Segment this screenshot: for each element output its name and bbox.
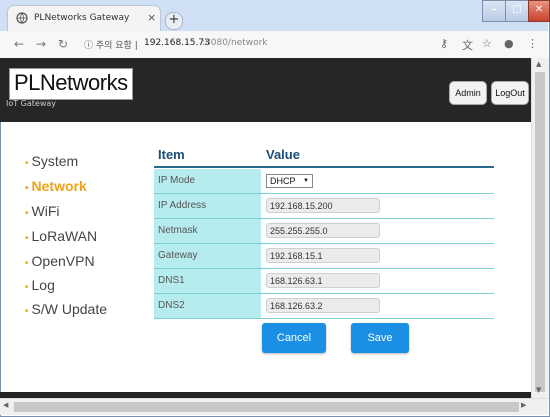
- logo-subtitle: IoT Gateway: [6, 99, 57, 108]
- horizontal-scrollbar[interactable]: ◀ ▶: [0, 398, 548, 415]
- save-button[interactable]: Save: [351, 323, 409, 353]
- site-header: PLNetworks IoT Gateway Admin LogOut: [0, 58, 531, 122]
- scroll-down-icon[interactable]: ▼: [536, 386, 541, 394]
- menu-item-sw-update[interactable]: • S/W Update: [25, 301, 107, 321]
- header-divider: [154, 166, 494, 168]
- scroll-right-icon[interactable]: ▶: [521, 401, 526, 409]
- bullet-icon: •: [25, 183, 29, 194]
- star-icon[interactable]: ☆: [482, 37, 492, 50]
- ip-address-field[interactable]: 192.168.15.200: [266, 198, 380, 213]
- tab-strip: PLNetworks Gateway × + – □ ✕: [0, 0, 550, 31]
- dns1-field[interactable]: 168.126.63.1: [266, 273, 380, 288]
- cancel-button[interactable]: Cancel: [262, 323, 326, 353]
- menu-item-label: Network: [31, 178, 87, 194]
- scroll-thumb[interactable]: [14, 402, 519, 412]
- dropdown-arrow-icon: ▼: [303, 178, 309, 184]
- scroll-left-icon[interactable]: ◀: [3, 401, 8, 409]
- menu-item-wifi[interactable]: • WiFi: [25, 203, 60, 223]
- bullet-icon: •: [25, 306, 29, 317]
- profile-icon[interactable]: ●: [504, 37, 514, 50]
- browser-tab[interactable]: PLNetworks Gateway ×: [8, 6, 160, 31]
- bullet-icon: •: [25, 258, 29, 269]
- menu-item-network[interactable]: • Network: [25, 178, 87, 198]
- menu-item-label: Log: [31, 277, 55, 293]
- table-row: Gateway 192.168.15.1: [154, 244, 494, 269]
- table-row: Netmask 255.255.255.0: [154, 219, 494, 244]
- menu-item-label: S/W Update: [31, 301, 107, 317]
- netmask-field[interactable]: 255.255.255.0: [266, 223, 380, 238]
- tab-title: PLNetworks Gateway: [34, 13, 130, 23]
- ip-mode-select[interactable]: DHCP ▼: [266, 174, 313, 188]
- menu-icon[interactable]: ⋮: [527, 37, 538, 50]
- table-row: DNS1 168.126.63.1: [154, 269, 494, 294]
- table-row: IP Mode DHCP ▼: [154, 169, 494, 194]
- table-row: DNS2 168.126.63.2: [154, 294, 494, 319]
- close-icon: ✕: [534, 4, 544, 15]
- security-indicator[interactable]: ⓘ 주의 요함 |: [84, 38, 138, 51]
- menu-item-openvpn[interactable]: • OpenVPN: [25, 253, 95, 273]
- row-label: IP Mode: [154, 169, 261, 193]
- bullet-icon: •: [25, 282, 29, 293]
- scroll-thumb[interactable]: [535, 72, 545, 392]
- key-icon[interactable]: ⚷: [440, 37, 448, 50]
- new-tab-button[interactable]: +: [165, 12, 183, 30]
- reload-icon[interactable]: ↻: [58, 37, 68, 51]
- row-label: Gateway: [154, 244, 261, 268]
- row-label: DNS1: [154, 269, 261, 293]
- address-bar: ← → ↻ ⓘ 주의 요함 | 192.168.15.73 :8080/netw…: [0, 31, 548, 59]
- column-header-value: Value: [266, 147, 300, 162]
- menu-item-label: OpenVPN: [31, 253, 95, 269]
- dns2-field[interactable]: 168.126.63.2: [266, 298, 380, 313]
- forward-icon[interactable]: →: [36, 37, 46, 51]
- table-row: IP Address 192.168.15.200: [154, 194, 494, 219]
- translate-icon[interactable]: 文: [462, 37, 473, 53]
- maximize-icon: □: [512, 4, 522, 15]
- minimize-icon: –: [491, 4, 497, 15]
- logo-text: PLNetworks: [14, 70, 128, 95]
- bullet-icon: •: [25, 158, 29, 169]
- menu-item-log[interactable]: • Log: [25, 277, 55, 297]
- scroll-up-icon[interactable]: ▲: [536, 60, 541, 68]
- admin-button[interactable]: Admin: [449, 81, 487, 105]
- close-window-button[interactable]: ✕: [528, 0, 550, 22]
- menu-item-label: System: [31, 153, 79, 169]
- row-label: IP Address: [154, 194, 261, 218]
- menu-item-system[interactable]: • System: [25, 153, 78, 173]
- vertical-scrollbar[interactable]: ▲ ▼: [531, 58, 549, 398]
- logout-button[interactable]: LogOut: [491, 81, 529, 105]
- tab-close-icon[interactable]: ×: [147, 11, 156, 24]
- menu-item-lorawan[interactable]: • LoRaWAN: [25, 228, 97, 248]
- bullet-icon: •: [25, 208, 29, 219]
- gateway-field[interactable]: 192.168.15.1: [266, 248, 380, 263]
- globe-icon: [16, 12, 28, 24]
- url-path[interactable]: :8080/network: [202, 38, 268, 48]
- menu-item-label: WiFi: [31, 203, 60, 219]
- minimize-button[interactable]: –: [482, 0, 506, 22]
- back-icon[interactable]: ←: [14, 37, 24, 51]
- maximize-button[interactable]: □: [505, 0, 529, 22]
- menu-item-label: LoRaWAN: [31, 228, 98, 244]
- row-label: Netmask: [154, 219, 261, 243]
- logo[interactable]: PLNetworks: [9, 68, 133, 100]
- url-host[interactable]: 192.168.15.73: [144, 38, 210, 48]
- select-value: DHCP: [270, 176, 296, 186]
- column-header-item: Item: [158, 147, 185, 162]
- bullet-icon: •: [25, 233, 29, 244]
- row-label: DNS2: [154, 294, 261, 318]
